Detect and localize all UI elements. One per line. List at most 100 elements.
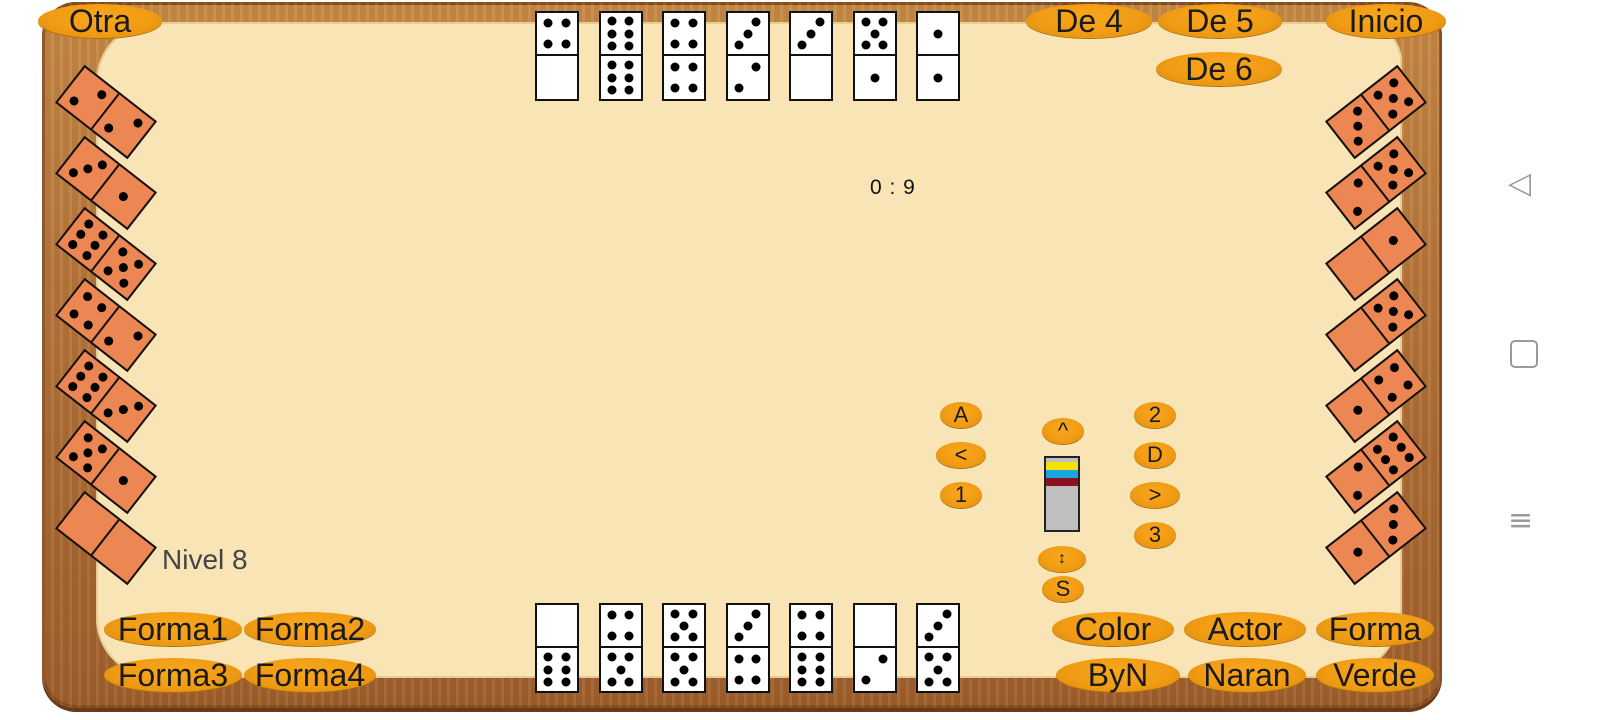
control-s-button[interactable]: S: [1042, 576, 1084, 602]
pip: [734, 675, 744, 685]
pip: [82, 359, 96, 373]
pip: [624, 60, 634, 70]
pip: [117, 190, 130, 203]
back-icon[interactable]: ◁: [1508, 166, 1531, 201]
pip: [1351, 205, 1364, 218]
de5-button[interactable]: De 5: [1158, 3, 1282, 39]
domino-half: [855, 648, 895, 691]
pip: [95, 88, 109, 102]
pip: [624, 29, 634, 38]
actor-button[interactable]: Actor: [1184, 611, 1306, 647]
pip: [96, 442, 110, 456]
verde-button[interactable]: Verde: [1316, 657, 1434, 693]
table-domino: [535, 11, 579, 101]
pip: [815, 631, 825, 641]
naran-button[interactable]: Naran: [1188, 657, 1306, 693]
pip: [797, 652, 807, 662]
pip: [734, 632, 744, 642]
domino-half: [918, 648, 958, 691]
domino-half: [791, 648, 831, 691]
pip: [1387, 361, 1401, 375]
pip: [80, 249, 94, 263]
pip: [81, 431, 95, 444]
color-button[interactable]: Color: [1052, 611, 1174, 647]
hand-domino[interactable]: [916, 603, 960, 693]
pip: [1371, 301, 1385, 315]
control-right-button[interactable]: >: [1130, 482, 1180, 508]
pip: [561, 18, 571, 28]
pip: [81, 162, 95, 176]
pip: [66, 238, 79, 251]
otra-button[interactable]: Otra: [38, 3, 162, 39]
domino-half: [664, 605, 704, 648]
pip: [1387, 147, 1400, 161]
hand-domino[interactable]: [598, 603, 643, 693]
forma3-button[interactable]: Forma3: [104, 657, 242, 693]
pip: [561, 652, 571, 662]
domino-half: [601, 648, 641, 691]
pip: [607, 631, 617, 641]
de6-button[interactable]: De 6: [1156, 51, 1282, 87]
pip: [1387, 518, 1400, 531]
control-3-button[interactable]: 3: [1134, 522, 1176, 548]
pip: [670, 632, 680, 642]
pip: [131, 329, 145, 343]
pip: [878, 654, 888, 664]
domino-half: [791, 13, 831, 56]
pip: [1379, 453, 1393, 466]
pip: [815, 677, 825, 687]
hand-domino[interactable]: [852, 603, 897, 693]
pip: [870, 29, 879, 38]
pip: [815, 17, 825, 27]
pip: [624, 610, 634, 620]
pip: [1402, 166, 1415, 180]
control-1-button[interactable]: 1: [940, 482, 982, 508]
forma-button[interactable]: Forma: [1316, 611, 1434, 647]
pip: [751, 654, 761, 664]
home-icon[interactable]: [1510, 340, 1538, 368]
forma1-button[interactable]: Forma1: [104, 611, 242, 647]
pip: [82, 217, 96, 231]
control-vertical-button[interactable]: ↕: [1038, 546, 1086, 572]
pip: [607, 16, 617, 26]
pip: [81, 290, 94, 303]
inicio-button[interactable]: Inicio: [1326, 3, 1446, 39]
pip: [751, 609, 761, 619]
control-2-button[interactable]: 2: [1134, 402, 1176, 428]
hand-domino[interactable]: [789, 603, 833, 693]
hand-domino[interactable]: [662, 603, 706, 693]
pip: [1386, 390, 1399, 404]
hand-domino[interactable]: [725, 603, 770, 693]
menu-icon[interactable]: ≡: [1508, 506, 1533, 536]
table-domino: [662, 11, 706, 101]
control-d-button[interactable]: D: [1134, 442, 1176, 468]
pip: [117, 403, 130, 416]
domino-half: [537, 605, 577, 648]
domino-half: [728, 56, 768, 99]
domino-half: [918, 56, 958, 99]
hand-domino[interactable]: [535, 603, 579, 693]
pip: [66, 450, 80, 464]
forma4-button[interactable]: Forma4: [244, 657, 376, 693]
pip: [607, 29, 617, 38]
de4-button[interactable]: De 4: [1026, 3, 1152, 39]
pip: [797, 40, 807, 50]
pip: [1352, 460, 1365, 474]
domino-half: [537, 13, 577, 56]
control-up-button[interactable]: ^: [1042, 418, 1084, 444]
control-a-button[interactable]: A: [940, 402, 982, 428]
byn-button[interactable]: ByN: [1056, 657, 1180, 693]
pip: [132, 399, 145, 413]
pip: [74, 227, 87, 241]
control-left-button[interactable]: <: [936, 442, 986, 468]
pip: [607, 610, 617, 620]
pip: [797, 610, 807, 620]
pip: [88, 381, 102, 394]
pip: [878, 40, 888, 50]
pip: [878, 17, 888, 27]
pip: [797, 665, 807, 674]
pip: [624, 85, 634, 95]
forma2-button[interactable]: Forma2: [244, 611, 376, 647]
pip: [543, 18, 553, 28]
pip: [670, 83, 680, 93]
